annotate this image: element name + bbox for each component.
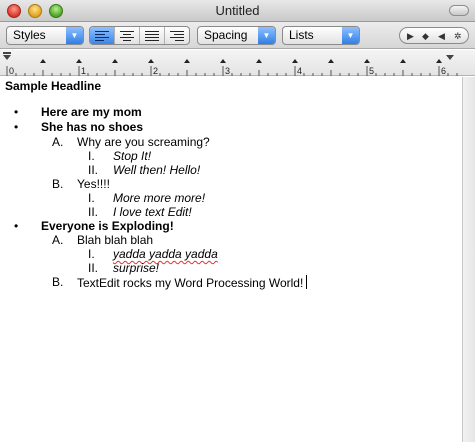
list-item: She has no shoes xyxy=(41,120,143,134)
list-marker: B. xyxy=(52,177,64,191)
chevron-down-icon: ▼ xyxy=(258,27,275,44)
align-left-button[interactable] xyxy=(90,27,115,44)
list-marker: II. xyxy=(88,163,99,177)
ruler-number: 5 xyxy=(369,66,374,76)
list-marker: • xyxy=(14,120,19,134)
list-item-text: Stop It! xyxy=(113,149,152,163)
list-item: Yes!!!! xyxy=(77,177,110,191)
ruler-number: 1 xyxy=(81,66,86,76)
ruler-number: 3 xyxy=(225,66,230,76)
align-center-button[interactable] xyxy=(115,27,140,44)
list-marker: II. xyxy=(88,261,99,275)
format-toolbar: Styles ▼ Spacing ▼ Lists ▼ ▶ ◆ ◀ ✲ xyxy=(0,22,475,49)
list-item-text: TextEdit rocks my Word Processing World! xyxy=(77,276,304,290)
list-item-text: More more more! xyxy=(113,191,206,205)
tab-stop-marker[interactable] xyxy=(256,59,262,63)
document-text-area[interactable]: Sample Headline • Here are my mom • She has… xyxy=(0,77,462,442)
list-item-text: Well then! Hello! xyxy=(113,163,201,177)
list-item-text: She has no shoes xyxy=(41,120,144,134)
tab-stop-marker[interactable] xyxy=(112,59,118,63)
list-marker: II. xyxy=(88,205,99,219)
ruler-number: 6 xyxy=(441,66,446,76)
tab-stop-marker[interactable] xyxy=(148,59,154,63)
align-right-button[interactable] xyxy=(165,27,189,44)
toolbar-toggle-button[interactable] xyxy=(449,5,469,16)
tab-stop-marker[interactable] xyxy=(184,59,190,63)
vertical-scrollbar[interactable] xyxy=(462,77,475,442)
decimal-tab-icon[interactable]: ◆ xyxy=(422,29,429,43)
tab-stop-marker[interactable] xyxy=(76,59,82,63)
spacing-popup[interactable]: Spacing ▼ xyxy=(197,26,276,45)
spacing-label: Spacing xyxy=(204,28,248,42)
ruler-number: 0 xyxy=(9,66,14,76)
lists-label: Lists xyxy=(289,28,314,42)
tab-stop-marker[interactable] xyxy=(364,59,370,63)
list-item-text: Yes!!!! xyxy=(77,177,110,191)
styles-label: Styles xyxy=(13,28,46,42)
list-item-text: surprise! xyxy=(113,261,160,275)
list-marker: A. xyxy=(52,135,64,149)
headline: Sample Headline xyxy=(5,79,102,93)
list-marker: • xyxy=(14,105,19,119)
ruler-scale: 0 1 2 3 4 5 6 xyxy=(3,52,458,76)
title-bar: Untitled xyxy=(0,0,475,22)
list-item: Blah blah blah xyxy=(77,233,153,247)
alignment-segmented-control xyxy=(89,26,190,45)
tab-stop-marker[interactable] xyxy=(40,59,46,63)
list-item: Well then! Hello! xyxy=(113,163,200,177)
left-indent-marker[interactable] xyxy=(3,55,11,60)
ruler-number: 2 xyxy=(153,66,158,76)
window-title: Untitled xyxy=(215,3,260,18)
list-item: TextEdit rocks my Word Processing World! xyxy=(77,275,308,290)
tab-stop-marker[interactable] xyxy=(220,59,226,63)
list-marker: A. xyxy=(52,233,64,247)
list-item-text: Why are you screaming? xyxy=(77,135,210,149)
list-marker: I. xyxy=(88,247,95,261)
list-marker: I. xyxy=(88,191,95,205)
ruler[interactable]: 0 1 2 3 4 5 6 xyxy=(0,50,475,76)
tab-stop-marker[interactable] xyxy=(400,59,406,63)
list-item-text: Blah blah blah xyxy=(77,233,154,247)
list-item: Here are my mom xyxy=(41,105,142,119)
first-line-indent-marker[interactable] xyxy=(3,52,11,54)
tab-stop-controls: ▶ ◆ ◀ ✲ xyxy=(399,27,469,44)
list-item: surprise! xyxy=(113,261,159,275)
lists-popup[interactable]: Lists ▼ xyxy=(282,26,360,45)
ruler-number: 4 xyxy=(297,66,302,76)
text-cursor xyxy=(306,275,308,289)
list-item: Stop It! xyxy=(113,149,151,163)
list-item: More more more! xyxy=(113,191,205,205)
list-item-text: I love text Edit! xyxy=(113,205,192,219)
left-tab-icon[interactable]: ◀ xyxy=(438,29,445,43)
list-item: Everyone is Exploding! xyxy=(41,219,174,233)
gear-icon[interactable]: ✲ xyxy=(454,29,462,43)
chevron-down-icon: ▼ xyxy=(66,27,83,44)
align-justify-button[interactable] xyxy=(140,27,165,44)
list-marker: B. xyxy=(52,275,64,289)
chevron-down-icon: ▼ xyxy=(342,27,359,44)
list-item: I love text Edit! xyxy=(113,205,192,219)
right-indent-marker[interactable] xyxy=(446,55,454,60)
right-tab-icon[interactable]: ▶ xyxy=(407,29,414,43)
styles-popup[interactable]: Styles ▼ xyxy=(6,26,84,45)
tab-stop-marker[interactable] xyxy=(436,59,442,63)
list-item: yadda yadda yadda xyxy=(113,247,218,261)
list-item-text: Everyone is Exploding! xyxy=(41,219,174,233)
tab-stop-marker[interactable] xyxy=(292,59,298,63)
list-marker: • xyxy=(14,219,19,233)
tab-stop-marker[interactable] xyxy=(328,59,334,63)
list-item: Why are you screaming? xyxy=(77,135,210,149)
list-marker: I. xyxy=(88,149,95,163)
list-item-text: yadda yadda yadda xyxy=(113,247,218,261)
list-item-text: Here are my mom xyxy=(41,105,142,119)
